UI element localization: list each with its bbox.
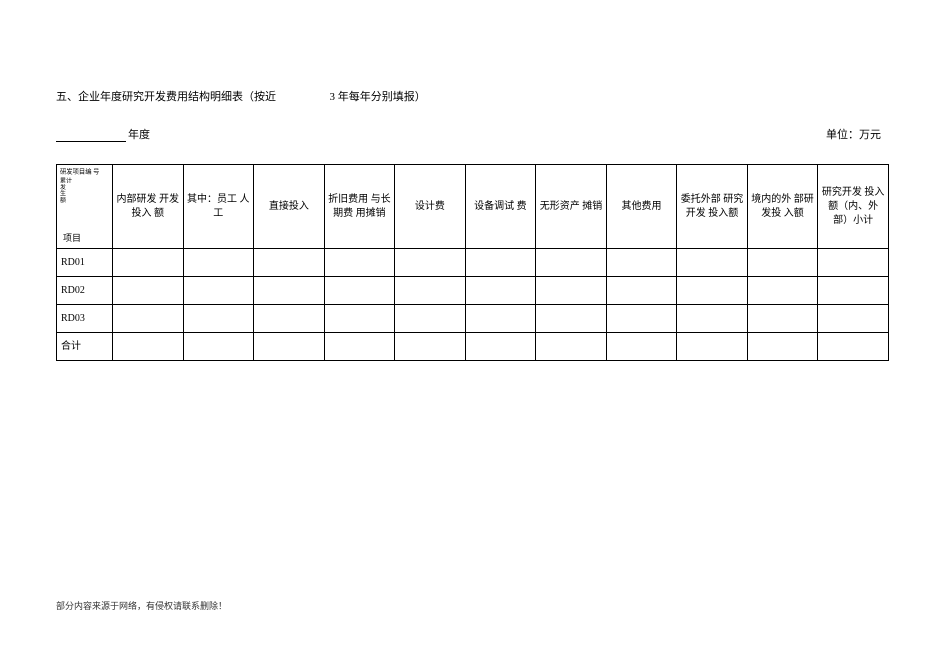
- cell: [606, 305, 677, 333]
- cell: [324, 249, 395, 277]
- cell: [254, 305, 325, 333]
- cell: [395, 277, 466, 305]
- cell: [395, 249, 466, 277]
- table-row: RD01: [57, 249, 889, 277]
- corner-header: 研发项目编 号 累计 发 生 额 项目: [57, 165, 113, 249]
- year-field: 年度: [56, 126, 150, 142]
- col-subtotal: 研究开发 投入额（内、外 部）小计: [818, 165, 889, 249]
- cell: [113, 249, 184, 277]
- row-label-total: 合计: [57, 333, 113, 361]
- col-equipment-debug: 设备调试 费: [465, 165, 536, 249]
- cell: [536, 249, 607, 277]
- cell: [113, 305, 184, 333]
- cell: [465, 333, 536, 361]
- cell: [254, 333, 325, 361]
- cell: [183, 249, 254, 277]
- sub-header-row: 年度 单位：万元: [56, 126, 889, 142]
- cell: [183, 305, 254, 333]
- corner-line1: 研发项目编 号: [60, 168, 104, 176]
- cell: [818, 305, 889, 333]
- col-depreciation: 折旧费用 与长期费 用摊销: [324, 165, 395, 249]
- cell: [677, 333, 748, 361]
- cell: [324, 277, 395, 305]
- cell: [818, 249, 889, 277]
- col-internal-rd: 内部研发 开发投入 额: [113, 165, 184, 249]
- unit-label: 单位：万元: [826, 126, 881, 142]
- year-suffix: 年度: [128, 126, 150, 142]
- cell: [324, 333, 395, 361]
- cell: [606, 277, 677, 305]
- col-design-fee: 设计费: [395, 165, 466, 249]
- corner-line2: 累计 发 生 额: [60, 178, 102, 204]
- cell: [183, 333, 254, 361]
- cell: [536, 333, 607, 361]
- cell: [395, 333, 466, 361]
- table-row: 合计: [57, 333, 889, 361]
- cell: [606, 333, 677, 361]
- row-label-rd02: RD02: [57, 277, 113, 305]
- cell: [677, 277, 748, 305]
- footer-note: 部分内容来源于网络，有侵权请联系删除！: [56, 599, 227, 612]
- col-direct-input: 直接投入: [254, 165, 325, 249]
- cell: [747, 277, 818, 305]
- col-other-fee: 其他费用: [606, 165, 677, 249]
- cell: [113, 277, 184, 305]
- cell: [606, 249, 677, 277]
- table-row: RD02: [57, 277, 889, 305]
- row-label-rd03: RD03: [57, 305, 113, 333]
- cell: [465, 277, 536, 305]
- year-underline: [56, 130, 126, 142]
- col-intangible-amort: 无形资产 摊销: [536, 165, 607, 249]
- table-row: RD03: [57, 305, 889, 333]
- cell: [254, 249, 325, 277]
- cell: [324, 305, 395, 333]
- cell: [747, 249, 818, 277]
- row-label-rd01: RD01: [57, 249, 113, 277]
- cell: [747, 333, 818, 361]
- cell: [254, 277, 325, 305]
- cell: [677, 249, 748, 277]
- cell: [818, 333, 889, 361]
- cell: [395, 305, 466, 333]
- cell: [536, 277, 607, 305]
- cell: [677, 305, 748, 333]
- title-part2: 3 年每年分别填报）: [330, 91, 426, 103]
- cell: [536, 305, 607, 333]
- expense-table: 研发项目编 号 累计 发 生 额 项目 内部研发 开发投入 额 其中：员工 人工…: [56, 164, 889, 361]
- header-row: 研发项目编 号 累计 发 生 额 项目 内部研发 开发投入 额 其中：员工 人工…: [57, 165, 889, 249]
- cell: [818, 277, 889, 305]
- cell: [113, 333, 184, 361]
- cell: [183, 277, 254, 305]
- corner-bottom: 项目: [63, 232, 81, 245]
- title-part1: 五、企业年度研究开发费用结构明细表（按近: [56, 91, 276, 103]
- cell: [465, 305, 536, 333]
- col-labor: 其中：员工 人工: [183, 165, 254, 249]
- section-title: 五、企业年度研究开发费用结构明细表（按近 3 年每年分别填报）: [56, 88, 889, 104]
- col-external-rd: 委托外部 研究开发 投入额: [677, 165, 748, 249]
- col-domestic-external: 境内的外 部研发投 入额: [747, 165, 818, 249]
- cell: [747, 305, 818, 333]
- cell: [465, 249, 536, 277]
